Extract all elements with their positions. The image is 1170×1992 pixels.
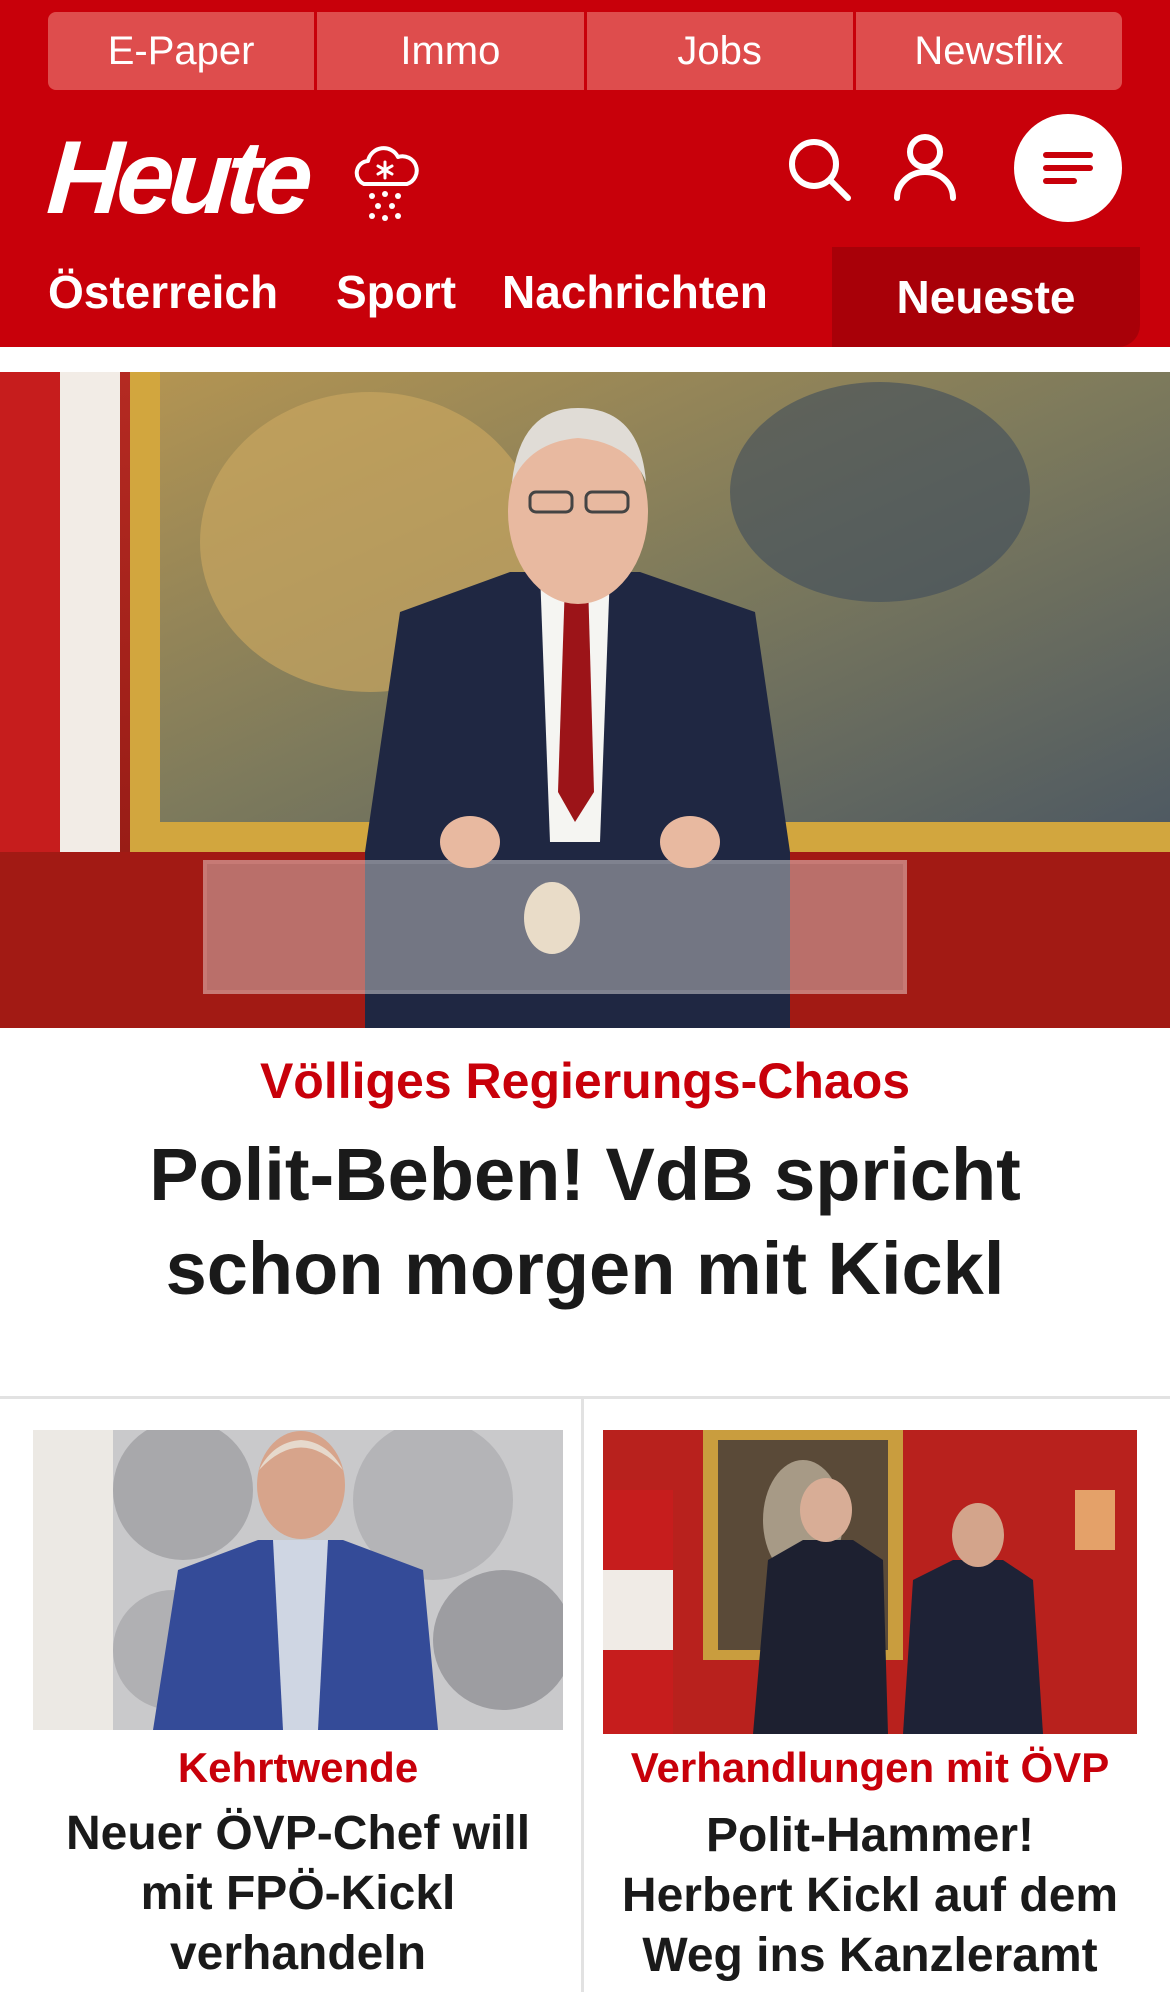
user-icon[interactable]: [892, 132, 958, 202]
divider: [581, 1399, 584, 1992]
teaser-image[interactable]: [33, 1430, 563, 1730]
nav-neueste[interactable]: Neueste: [832, 247, 1140, 347]
menu-icon: [1043, 152, 1093, 184]
top-nav-immo[interactable]: Immo: [317, 12, 587, 90]
teaser-headline[interactable]: Polit-Hammer! Herbert Kickl auf dem Weg …: [603, 1806, 1137, 1986]
hero-image[interactable]: [0, 372, 1170, 1028]
teaser-headline[interactable]: Neuer ÖVP-Chef will mit FPÖ-Kickl verhan…: [33, 1804, 563, 1984]
top-nav-newsflix[interactable]: Newsflix: [855, 12, 1122, 90]
hero-headline[interactable]: Polit-Beben! VdB spricht schon morgen mi…: [30, 1128, 1140, 1316]
section-nav: Österreich Sport Nachrichten Neueste: [0, 247, 1170, 347]
search-icon[interactable]: [786, 136, 852, 202]
site-header: E-Paper Immo Jobs Newsflix Heute Österre…: [0, 0, 1170, 347]
menu-button[interactable]: [1014, 114, 1122, 222]
top-nav-epaper[interactable]: E-Paper: [48, 12, 318, 90]
teaser-kicker: Kehrtwende: [177, 1744, 419, 1791]
hero-kicker: Völliges Regierungs-Chaos: [259, 1053, 911, 1109]
nav-oesterreich[interactable]: Österreich: [48, 265, 278, 319]
teaser-kicker: Verhandlungen mit ÖVP: [630, 1744, 1110, 1791]
headline-line: mit FPÖ-Kickl: [140, 1867, 456, 1920]
nav-sport[interactable]: Sport: [336, 265, 456, 319]
top-nav-jobs[interactable]: Jobs: [586, 12, 856, 90]
site-logo[interactable]: Heute: [44, 120, 311, 236]
teaser-image[interactable]: [603, 1430, 1137, 1734]
weather-snow-icon[interactable]: [350, 140, 420, 224]
headline-line: verhandeln: [169, 1927, 427, 1980]
top-nav: E-Paper Immo Jobs Newsflix: [48, 12, 1122, 90]
headline-line: Neuer ÖVP-Chef will: [65, 1807, 531, 1860]
divider: [0, 1396, 1170, 1399]
nav-nachrichten[interactable]: Nachrichten: [502, 265, 768, 319]
headline-line: Polit-Hammer!: [705, 1809, 1035, 1862]
headline-line: Herbert Kickl auf dem: [621, 1869, 1119, 1922]
headline-line: Weg ins Kanzleramt: [642, 1929, 1098, 1982]
